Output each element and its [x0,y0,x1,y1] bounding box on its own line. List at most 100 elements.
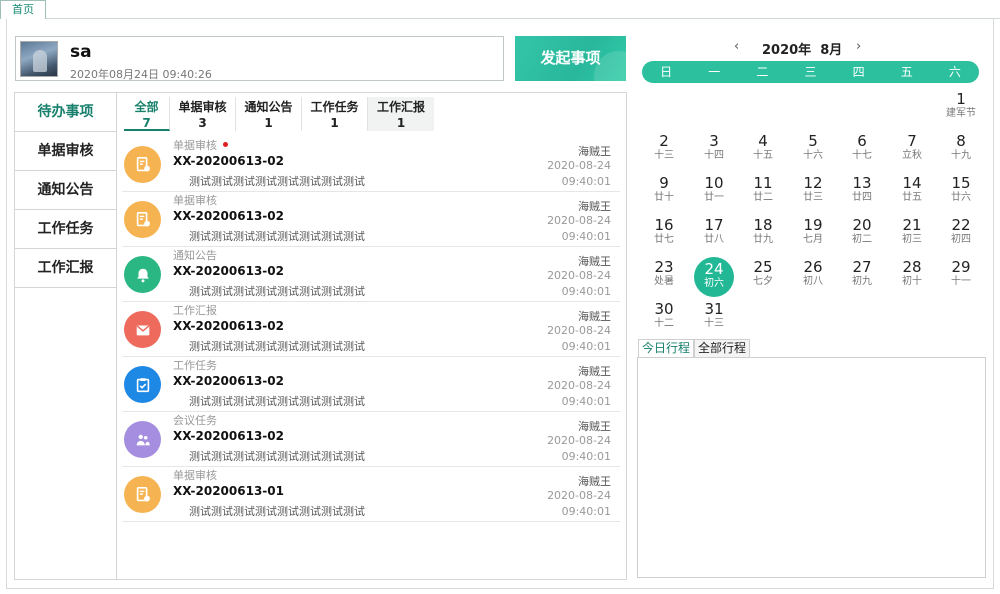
day-number: 24 [704,260,724,278]
day-number: 23 [654,258,674,276]
calendar-day[interactable]: 30 十二 [641,299,687,339]
lunar-label: 七夕 [753,276,773,287]
lunar-label: 十六 [803,150,823,161]
calendar-day[interactable]: 25 七夕 [740,257,786,297]
calendar-day[interactable]: 18 廿九 [740,215,786,255]
calendar-day[interactable]: 6 十七 [839,131,885,171]
day-number: 1 [956,90,966,108]
chevron-right-icon[interactable]: › [856,39,861,54]
calendar-day[interactable]: 15 廿六 [938,173,984,213]
calendar-day[interactable]: 14 廿五 [889,173,935,213]
list-item[interactable]: 单据审核 XX-20200613-02 测试测试测试测试测试测试测试测试 海贼王 202… [122,192,620,247]
item-date: 2020-08-24 [547,324,611,337]
tab-notice[interactable]: 通知公告 1 [236,97,302,131]
day-number: 14 [902,174,922,192]
calendar-year: 2020年 [762,43,812,58]
side-nav-doc-review[interactable]: 单据审核 [15,132,116,171]
tab-all[interactable]: 全部 7 [124,97,170,131]
start-item-button[interactable]: 发起事项 [515,36,626,81]
calendar-day[interactable]: 7 立秋 [889,131,935,171]
tab-today-schedule[interactable]: 今日行程 [638,339,695,357]
chevron-left-icon[interactable]: ‹ [734,39,739,54]
day-number: 13 [852,174,872,192]
day-number: 31 [704,300,724,318]
day-number: 9 [659,174,669,192]
list-item[interactable]: 单据审核 XX-20200613-01 测试测试测试测试测试测试测试测试 海贼王 202… [122,467,620,522]
lunar-label: 廿四 [852,192,872,203]
calendar-day[interactable]: 19 七月 [790,215,836,255]
calendar-day[interactable]: 1 建军节 [938,89,984,129]
list-item[interactable]: 通知公告 XX-20200613-02 测试测试测试测试测试测试测试测试 海贼王 202… [122,247,620,302]
day-number: 11 [753,174,773,192]
calendar-day[interactable]: 16 廿七 [641,215,687,255]
lunar-label: 十四 [704,150,724,161]
lunar-label: 建军节 [946,108,976,119]
lunar-label: 十九 [951,150,971,161]
calendar-day[interactable]: 12 廿三 [790,173,836,213]
calendar-day[interactable]: 20 初二 [839,215,885,255]
list-item[interactable]: 单据审核 XX-20200613-02 测试测试测试测试测试测试测试测试 海贼王 202… [122,137,620,192]
schedule-tabs: 今日行程 全部行程 [638,339,751,357]
calendar-day[interactable]: 11 廿二 [740,173,786,213]
calendar-day[interactable]: 26 初八 [790,257,836,297]
user-card: sa 2020年08月24日 09:40:26 [15,36,504,81]
lunar-label: 廿八 [704,234,724,245]
list-item[interactable]: 工作任务 XX-20200613-02 测试测试测试测试测试测试测试测试 海贼王 202… [122,357,620,412]
lunar-label: 廿一 [704,192,724,203]
tab-home[interactable]: 首页 [0,0,46,19]
list-item[interactable]: 工作汇报 XX-20200613-02 测试测试测试测试测试测试测试测试 海贼王 202… [122,302,620,357]
side-nav-notice[interactable]: 通知公告 [15,171,116,210]
calendar-day[interactable]: 23 处暑 [641,257,687,297]
mail-icon [124,311,161,348]
item-type: 单据审核 [173,194,217,207]
weekday-bar: 日一二三四五六 [642,61,979,83]
calendar-header: ‹ 2020年 8月 › [642,36,977,58]
side-nav-report[interactable]: 工作汇报 [15,249,116,288]
calendar-day[interactable]: 10 廿一 [691,173,737,213]
lunar-label: 初二 [852,234,872,245]
calendar-day[interactable]: 2 十三 [641,131,687,171]
day-number: 29 [951,258,971,276]
calendar-day[interactable]: 8 十九 [938,131,984,171]
calendar-day[interactable]: 3 十四 [691,131,737,171]
calendar-day-today[interactable]: 24 初六 [694,257,734,297]
calendar-day[interactable]: 27 初九 [839,257,885,297]
item-type: 单据审核 [173,137,228,153]
calendar-day[interactable]: 22 初四 [938,215,984,255]
calendar-day[interactable]: 13 廿四 [839,173,885,213]
lunar-label: 廿十 [654,192,674,203]
calendar-day[interactable]: 28 初十 [889,257,935,297]
item-type: 通知公告 [173,249,217,262]
calendar-day[interactable]: 9 廿十 [641,173,687,213]
tab-label: 工作任务 [310,100,359,114]
calendar-day[interactable]: 4 十五 [740,131,786,171]
list-item[interactable]: 会议任务 XX-20200613-02 测试测试测试测试测试测试测试测试 海贼王 202… [122,412,620,467]
lunar-label: 十三 [654,150,674,161]
calendar-day[interactable]: 29 十一 [938,257,984,297]
day-number: 6 [857,132,867,150]
item-author: 海贼王 [578,200,611,213]
tab-all-schedule[interactable]: 全部行程 [694,339,751,357]
item-date: 2020-08-24 [547,489,611,502]
calendar-month: 8月 [820,43,843,58]
calendar-day[interactable]: 21 初三 [889,215,935,255]
item-code: XX-20200613-02 [173,209,284,223]
document-check-icon [124,146,161,183]
calendar-day[interactable]: 17 廿八 [691,215,737,255]
item-description: 测试测试测试测试测试测试测试测试 [189,175,365,188]
item-type: 工作任务 [173,359,217,372]
side-nav-task[interactable]: 工作任务 [15,210,116,249]
day-number: 28 [902,258,922,276]
item-description: 测试测试测试测试测试测试测试测试 [189,505,365,518]
calendar-day[interactable]: 5 十六 [790,131,836,171]
calendar-day[interactable]: 31 十三 [691,299,737,339]
tab-doc-review[interactable]: 单据审核 3 [170,97,236,131]
tab-report[interactable]: 工作汇报 1 [368,97,434,131]
tab-task[interactable]: 工作任务 1 [302,97,368,131]
day-number: 18 [753,216,773,234]
side-nav-todo[interactable]: 待办事项 [15,93,116,132]
item-code: XX-20200613-02 [173,374,284,388]
item-time: 09:40:01 [561,340,611,353]
schedule-content [637,357,986,578]
item-time: 09:40:01 [561,175,611,188]
